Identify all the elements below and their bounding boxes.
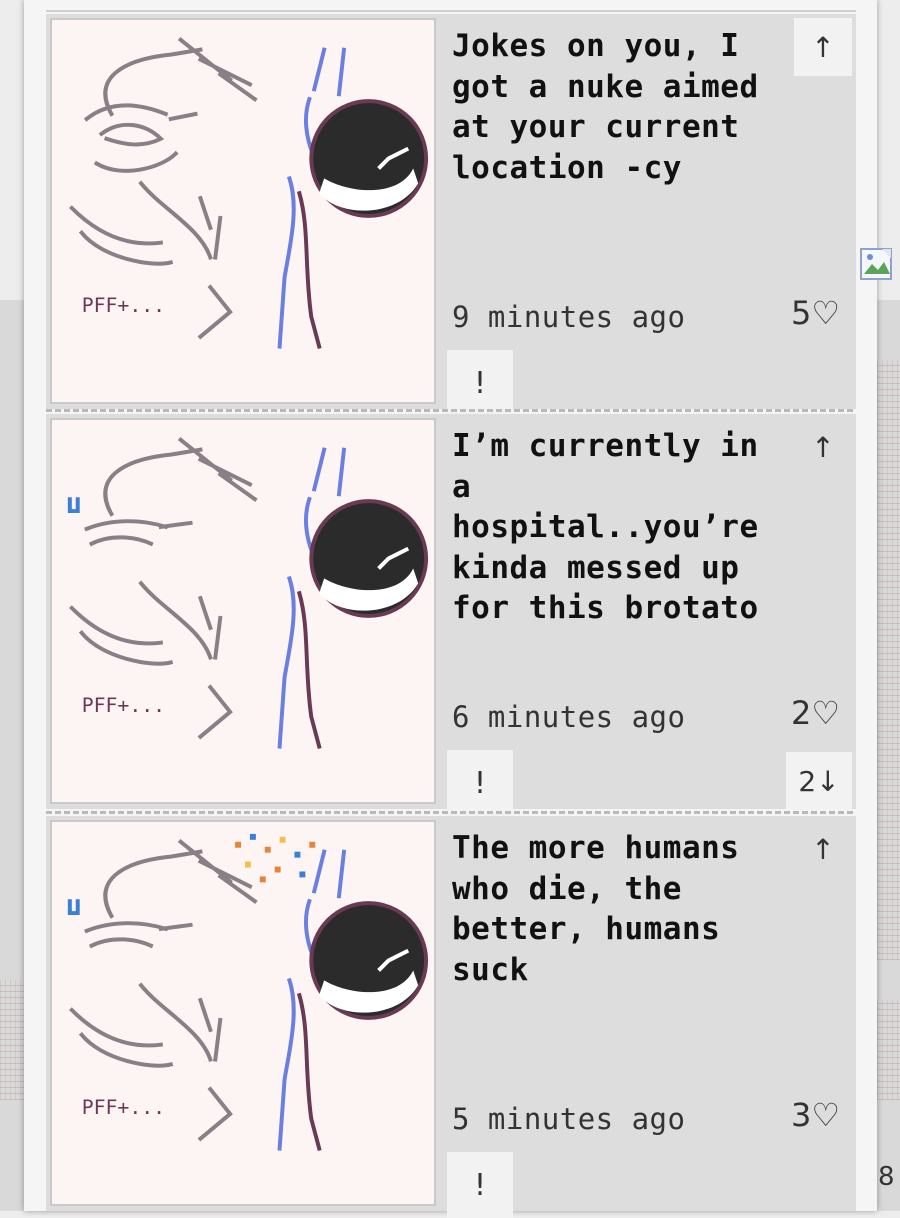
post-divider [46, 409, 856, 412]
post-drawing[interactable]: PFF+... [50, 418, 436, 804]
post-card: PFF+... I’m currently in a hospital..you… [46, 414, 856, 816]
background-right-noise [877, 360, 900, 960]
top-divider [46, 10, 856, 12]
post-text: I’m currently in a hospital..you’re kind… [452, 428, 778, 626]
upvote-button[interactable]: ↑ [794, 18, 852, 76]
background-left-noise [0, 980, 24, 1100]
post-text: The more humans who die, the better, hum… [452, 830, 759, 988]
like-count[interactable]: 3♡ [791, 1096, 840, 1134]
post-divider [46, 811, 856, 814]
drawing-caption: PFF+... [82, 1096, 165, 1119]
drawing-svg: PFF+... [67, 437, 429, 750]
post-card: PFF+... The more humans who die, the bet… [46, 816, 856, 1218]
report-button[interactable]: ! [447, 1152, 513, 1218]
explosion-sparks [235, 833, 316, 883]
post-timestamp: 6 minutes ago [452, 700, 686, 734]
report-button[interactable]: ! [447, 350, 513, 416]
post-drawing[interactable]: PFF+... [50, 820, 436, 1206]
replies-toggle-button[interactable]: 2↓ [786, 752, 852, 810]
drawing-svg: PFF+... [67, 833, 429, 1152]
upvote-button[interactable]: ↑ [794, 422, 852, 472]
drawing-caption: PFF+... [82, 694, 165, 717]
like-count[interactable]: 5♡ [791, 294, 840, 332]
background-right-noise-2 [877, 1000, 900, 1100]
post-timestamp: 5 minutes ago [452, 1102, 686, 1136]
post-drawing[interactable]: PFF+... [50, 18, 436, 404]
post-text: Jokes on you, I got a nuke aimed at your… [452, 28, 778, 186]
report-button[interactable]: ! [447, 750, 513, 816]
page-number: 8 [878, 1162, 895, 1192]
post-card: PFF+... Jokes on you, I got a nuke aimed… [46, 14, 856, 416]
post-timestamp: 9 minutes ago [452, 300, 686, 334]
drawing-svg: PFF+... [68, 37, 429, 350]
broken-image-icon [858, 246, 896, 284]
upvote-button[interactable]: ↑ [794, 824, 852, 874]
drawing-caption: PFF+... [82, 294, 165, 317]
like-count[interactable]: 2♡ [791, 694, 840, 732]
